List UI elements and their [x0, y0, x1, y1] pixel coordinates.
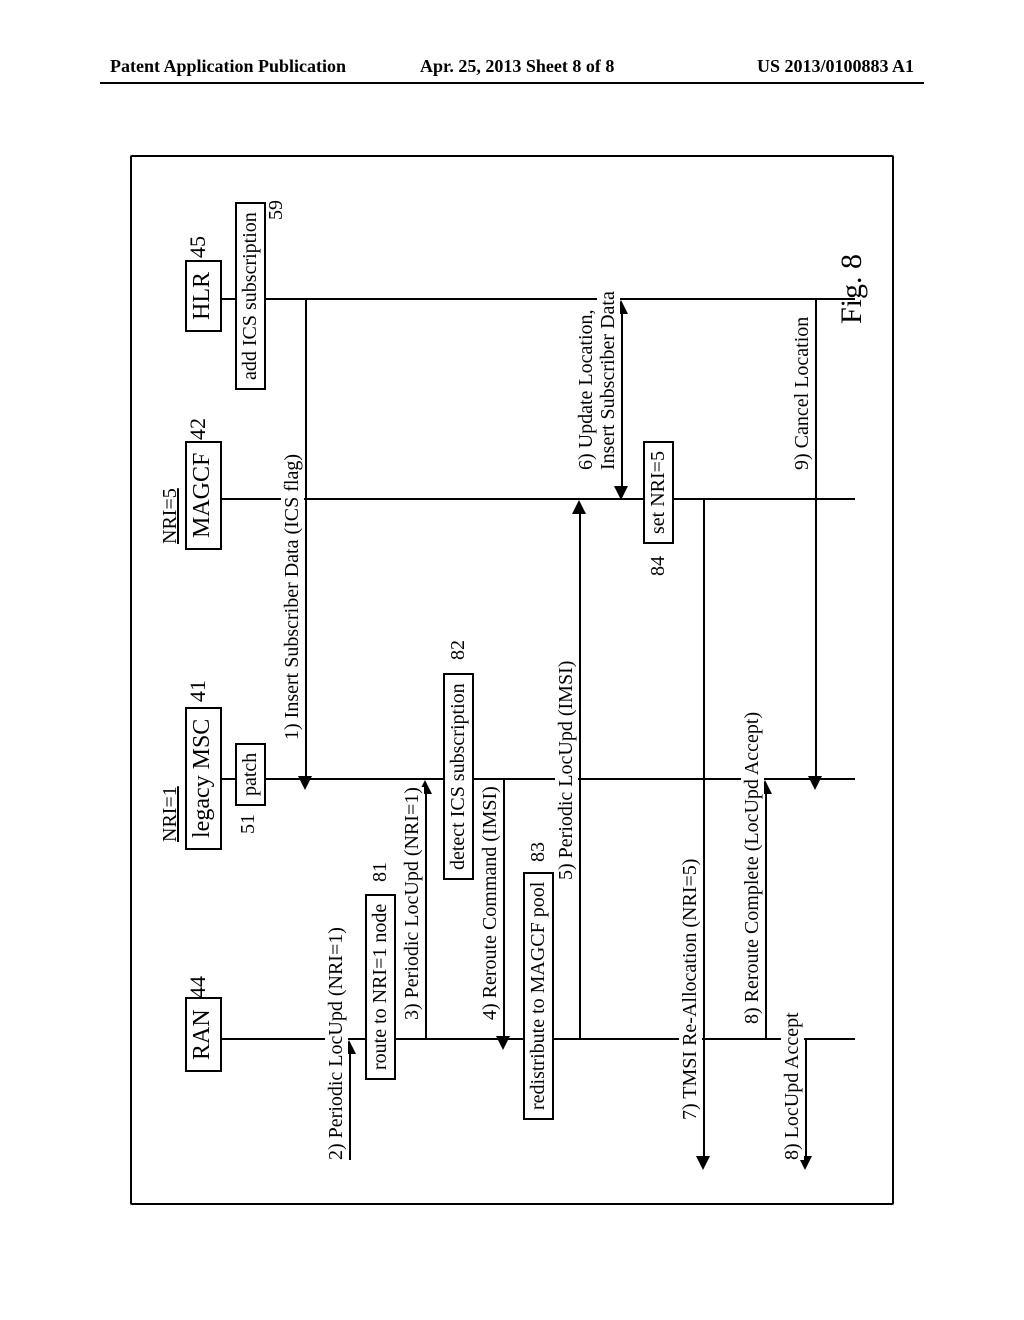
- msg-4: 4) Reroute Command (IMSI): [479, 786, 502, 1020]
- node-ran: RAN: [185, 997, 222, 1072]
- node-hlr: HLR: [185, 260, 222, 332]
- lifeline-magcf: [221, 498, 855, 500]
- action-detect-ics: detect ICS subscription: [443, 673, 474, 880]
- msg-5: 5) Periodic LocUpd (IMSI): [555, 661, 578, 880]
- msg-1: 1) Insert Subscriber Data (ICS flag): [281, 454, 304, 740]
- lifeline-hlr: [221, 298, 855, 300]
- arrow-m5-line: [579, 508, 581, 1038]
- msg-6b: Insert Subscriber Data: [597, 291, 620, 470]
- arrow-m6-line: [621, 308, 623, 486]
- arrow-m4-head: [496, 1036, 510, 1050]
- action-route-nri1: route to NRI=1 node: [365, 894, 396, 1080]
- nri-msc: NRI=1: [159, 786, 182, 842]
- arrow-m6-head-l: [614, 486, 628, 500]
- arrow-m3-line: [425, 788, 427, 1038]
- header-rule: [100, 82, 924, 84]
- header-left: Patent Application Publication: [110, 56, 346, 77]
- node-magcf: MAGCF: [185, 441, 222, 550]
- figure-caption: Fig. 8: [835, 254, 869, 324]
- action-add-ics-num: 59: [265, 200, 288, 220]
- nri-magcf: NRI=5: [159, 488, 182, 544]
- node-ran-num: 44: [185, 976, 211, 998]
- arrow-m1-head: [298, 776, 312, 790]
- header-center: Apr. 25, 2013 Sheet 8 of 8: [420, 56, 614, 77]
- msg-9: 9) Cancel Location: [791, 317, 814, 470]
- action-redistribute: redistribute to MAGCF pool: [523, 872, 554, 1120]
- header-right: US 2013/0100883 A1: [757, 56, 914, 77]
- arrow-m4-line: [503, 780, 505, 1036]
- arrow-m7-line: [703, 500, 705, 1156]
- arrow-m8-line: [765, 788, 767, 1038]
- arrow-m1-line: [305, 300, 307, 776]
- msg-2: 2) Periodic LocUpd (NRI=1): [325, 927, 348, 1160]
- arrow-m2-line: [349, 1044, 351, 1160]
- msg-3: 3) Periodic LocUpd (NRI=1): [401, 787, 424, 1020]
- action-patch: patch: [235, 743, 266, 806]
- msg-8b: 8) LocUpd Accept: [781, 1012, 804, 1160]
- msg-7: 7) TMSI Re-Allocation (NRI=5): [679, 859, 702, 1120]
- arrow-m7-head: [696, 1156, 710, 1170]
- page: Patent Application Publication Apr. 25, …: [0, 0, 1024, 1320]
- node-magcf-num: 42: [185, 418, 211, 440]
- action-redistribute-num: 83: [527, 842, 550, 862]
- node-hlr-num: 45: [185, 236, 211, 258]
- msg-8: 8) Reroute Complete (LocUpd Accept): [741, 712, 764, 1024]
- msg-6: 6) Update Location,: [575, 310, 598, 471]
- node-msc: legacy MSC: [185, 707, 222, 850]
- arrow-m9-line: [815, 300, 817, 776]
- action-patch-num: 51: [237, 814, 260, 834]
- action-route-nri1-num: 81: [369, 862, 392, 882]
- arrow-m5-head: [572, 500, 586, 514]
- action-set-nri5-num: 84: [647, 556, 670, 576]
- action-detect-ics-num: 82: [447, 640, 470, 660]
- arrow-m8b-line: [805, 1040, 807, 1156]
- arrow-m9-head: [808, 776, 822, 790]
- node-msc-num: 41: [185, 680, 211, 702]
- action-add-ics: add ICS subscription: [235, 202, 266, 390]
- action-set-nri5: set NRI=5: [643, 441, 674, 544]
- sequence-diagram: RAN 44 NRI=1 legacy MSC 41 NRI=5 MAGCF 4…: [155, 180, 869, 1180]
